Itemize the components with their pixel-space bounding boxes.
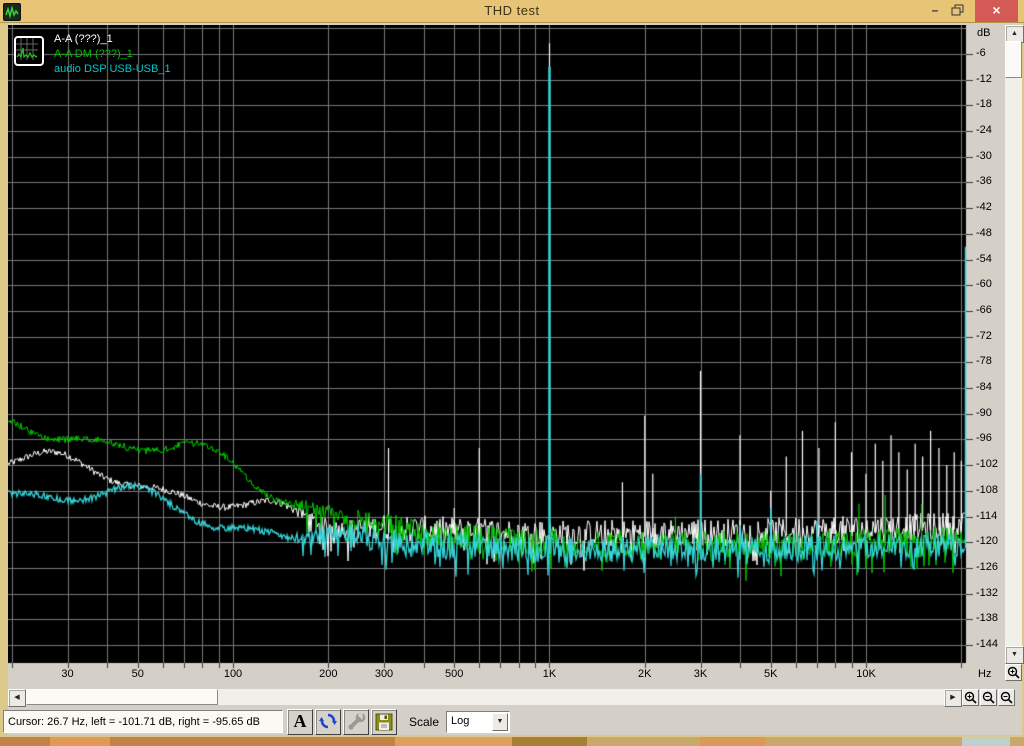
zoom-in-x-button[interactable] <box>962 689 979 706</box>
y-tick-label: -126 <box>976 560 999 573</box>
minimize-button[interactable]: – <box>924 3 946 20</box>
y-tick-label: -144 <box>976 637 999 650</box>
legend-item: audio DSP USB-USB_1 <box>54 63 171 75</box>
magnifier-minus-icon <box>1000 691 1013 704</box>
x-tick-label: 200 <box>319 668 338 680</box>
horizontal-scrollbar-thumb[interactable] <box>26 689 218 705</box>
save-icon <box>375 713 393 731</box>
x-axis-unit: Hz <box>978 668 992 680</box>
combo-drop-button[interactable]: ▼ <box>492 713 508 731</box>
y-tick-label: -24 <box>976 124 992 137</box>
y-tick-label: -138 <box>976 612 999 625</box>
down-arrow-icon: ▼ <box>1011 651 1018 658</box>
wrench-icon <box>348 712 366 730</box>
x-tick-label: 50 <box>131 668 144 680</box>
scroll-left-button[interactable]: ◀ <box>8 689 26 707</box>
zoom-in-y-button[interactable] <box>1005 664 1022 681</box>
y-tick-label: -114 <box>976 509 998 522</box>
left-arrow-icon: ◀ <box>14 694 20 701</box>
y-tick-label: -96 <box>976 432 992 445</box>
scale-label: Scale <box>409 715 440 729</box>
y-axis-unit: dB <box>977 27 991 39</box>
y-tick-label: -12 <box>976 72 992 85</box>
desktop-strip <box>0 737 1024 746</box>
cursor-status-readout: Cursor: 26.7 Hz, left = -101.71 dB, righ… <box>3 710 283 733</box>
close-button[interactable]: × <box>975 0 1018 22</box>
x-tick-label: 1K <box>542 668 557 680</box>
x-tick-label: 500 <box>445 668 464 680</box>
y-tick-label: -36 <box>976 175 992 188</box>
x-tick-label: 300 <box>374 668 394 680</box>
y-tick-label: -6 <box>976 46 986 59</box>
x-tick-label: 100 <box>223 668 243 680</box>
scroll-down-button[interactable]: ▼ <box>1005 646 1024 664</box>
scroll-right-button[interactable]: ▶ <box>944 689 962 707</box>
scale-combobox[interactable]: Log ▼ <box>446 711 510 733</box>
y-tick-label: -78 <box>976 355 992 368</box>
refresh-icon <box>319 713 337 729</box>
setup-button[interactable] <box>343 709 369 735</box>
up-arrow-icon: ▲ <box>1011 30 1018 37</box>
y-tick-label: -84 <box>976 381 992 394</box>
x-tick-label: 30 <box>61 668 74 680</box>
save-button[interactable] <box>371 709 397 735</box>
right-arrow-icon: ▶ <box>950 694 956 701</box>
magnifier-plus-icon <box>964 691 977 704</box>
app-window: THD test – × A-A (???)_1 A-A DM (???)_1 … <box>0 0 1024 737</box>
x-tick-label: 5K <box>763 668 778 680</box>
y-tick-label: -18 <box>976 98 992 111</box>
y-tick-label: -42 <box>976 201 992 214</box>
y-tick-label: -54 <box>976 252 992 265</box>
title-bar[interactable]: THD test – × <box>0 0 1024 23</box>
scale-value: Log <box>451 715 470 727</box>
y-tick-label: -108 <box>976 483 999 496</box>
window-title: THD test <box>484 3 540 18</box>
magnifier-plus-icon <box>1007 666 1020 679</box>
chevron-down-icon: ▼ <box>496 718 504 725</box>
y-tick-label: -90 <box>976 406 992 419</box>
font-button[interactable]: A <box>287 709 313 735</box>
zoom-out-x-button[interactable] <box>980 689 997 706</box>
y-tick-label: -48 <box>976 226 992 239</box>
refresh-button[interactable] <box>315 709 341 735</box>
y-tick-label: -30 <box>976 149 992 162</box>
y-tick-label: -102 <box>976 458 999 471</box>
vertical-scrollbar-thumb[interactable] <box>1005 41 1022 78</box>
y-tick-label: -72 <box>976 329 992 342</box>
spectrum-thumbnail-icon[interactable] <box>14 36 44 66</box>
zoom-out-y-button[interactable] <box>998 689 1015 706</box>
vertical-scrollbar-track[interactable] <box>1005 41 1022 646</box>
legend-item: A-A DM (???)_1 <box>54 48 133 60</box>
y-tick-label: -60 <box>976 278 992 291</box>
screen: THD test – × A-A (???)_1 A-A DM (???)_1 … <box>0 0 1024 746</box>
x-tick-label: 3K <box>693 668 708 680</box>
x-tick-label: 10K <box>856 668 876 680</box>
legend: A-A (???)_1 A-A DM (???)_1 audio DSP USB… <box>54 32 171 77</box>
legend-item: A-A (???)_1 <box>54 33 113 45</box>
y-tick-label: -120 <box>976 535 999 548</box>
x-tick-label: 2K <box>638 668 652 680</box>
spectrum-plot[interactable] <box>8 25 973 670</box>
restore-button[interactable] <box>951 4 971 20</box>
y-tick-label: -66 <box>976 303 992 316</box>
magnifier-minus-icon <box>982 691 995 704</box>
y-tick-label: -132 <box>976 586 999 599</box>
